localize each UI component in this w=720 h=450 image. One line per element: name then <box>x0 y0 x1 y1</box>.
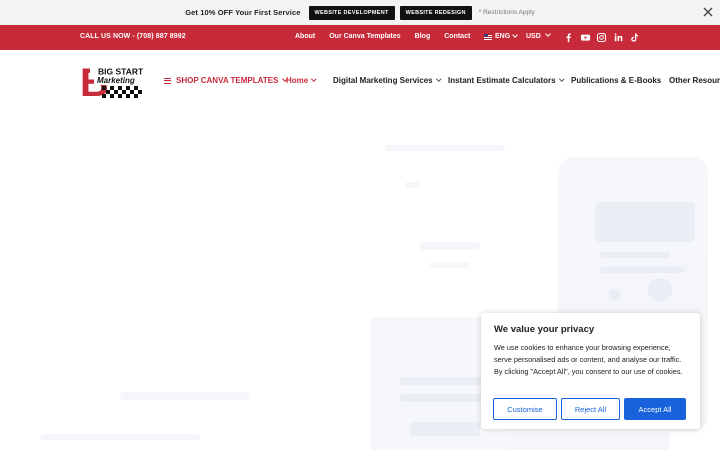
currency-label: USD <box>526 33 541 40</box>
currency-selector[interactable]: USD <box>526 31 551 40</box>
promo-bar: Get 10% OFF Your First Service WEBSITE D… <box>0 0 720 25</box>
promo-suffix: Your First Service <box>235 8 301 17</box>
close-icon[interactable] <box>702 6 714 18</box>
cookie-actions: Customise Reject All Accept All <box>493 398 690 420</box>
language-selector[interactable]: ENG <box>484 31 519 40</box>
menu-icon <box>164 77 171 84</box>
nav-label: Other Resources <box>669 76 720 85</box>
promo-prefix: Get <box>185 8 199 17</box>
logo-line-2: Marketing <box>97 76 135 85</box>
cookie-consent-banner: We value your privacy We use cookies to … <box>481 313 700 429</box>
nav-item-publications-ebooks[interactable]: Publications & E-Books <box>571 76 661 85</box>
nav-item-digital-marketing-services[interactable]: Digital Marketing Services <box>333 76 441 85</box>
logo-line-1: BIG START <box>98 67 144 77</box>
chevron-down-icon <box>435 76 441 81</box>
chevron-down-icon <box>558 76 564 81</box>
chevron-down-icon <box>544 31 551 37</box>
tiktok-icon[interactable] <box>629 32 640 43</box>
nav-label: Home <box>286 76 309 85</box>
chevron-down-icon <box>512 31 519 38</box>
nav-label: Instant Estimate Calculators <box>448 76 556 85</box>
customise-button[interactable]: Customise <box>493 398 557 420</box>
top-link-blog[interactable]: Blog <box>415 33 431 40</box>
cookie-description: We use cookies to enhance your browsing … <box>494 343 683 376</box>
reject-all-button[interactable]: Reject All <box>561 398 620 420</box>
promo-text: Get 10% OFF Your First Service <box>185 8 300 17</box>
promo-percent: 10% OFF <box>200 8 233 17</box>
top-link-contact[interactable]: Contact <box>444 33 470 40</box>
chevron-down-icon <box>311 76 317 81</box>
shop-canva-templates-button[interactable]: SHOP CANVA TEMPLATES <box>164 75 289 85</box>
cookie-title: We value your privacy <box>494 324 595 335</box>
linkedin-icon[interactable] <box>613 32 624 43</box>
social-links <box>563 32 646 43</box>
youtube-icon[interactable] <box>580 32 591 43</box>
website-development-button[interactable]: WEBSITE DEVELOPMENT <box>308 5 395 20</box>
shop-label: SHOP CANVA TEMPLATES <box>176 76 279 85</box>
nav-item-other-resources[interactable]: Other Resources <box>669 76 720 85</box>
top-link-canva-templates[interactable]: Our Canva Templates <box>329 33 400 40</box>
instagram-icon[interactable] <box>596 32 607 43</box>
nav-label: Digital Marketing Services <box>333 76 433 85</box>
facebook-icon[interactable] <box>563 32 574 43</box>
big-start-marketing-logo[interactable]: B BIG START Marketing <box>80 64 144 98</box>
website-redesign-button[interactable]: WEBSITE REDESIGN <box>399 5 472 20</box>
language-label: ENG <box>495 33 511 40</box>
nav-label: Publications & E-Books <box>571 76 662 85</box>
accept-all-button[interactable]: Accept All <box>624 398 686 420</box>
restrictions-note: * Restrictions Apply <box>478 9 535 16</box>
us-flag-icon <box>484 33 492 40</box>
top-bar: CALL US NOW - (708) 887 8992 About Our C… <box>0 25 720 50</box>
nav-item-home[interactable]: Home <box>286 76 317 85</box>
top-link-about[interactable]: About <box>295 33 315 40</box>
call-us-link[interactable]: CALL US NOW - (708) 887 8992 <box>80 33 186 40</box>
top-links: About Our Canva Templates Blog Contact <box>295 33 484 40</box>
nav-item-instant-estimate-calculators[interactable]: Instant Estimate Calculators <box>448 76 564 85</box>
